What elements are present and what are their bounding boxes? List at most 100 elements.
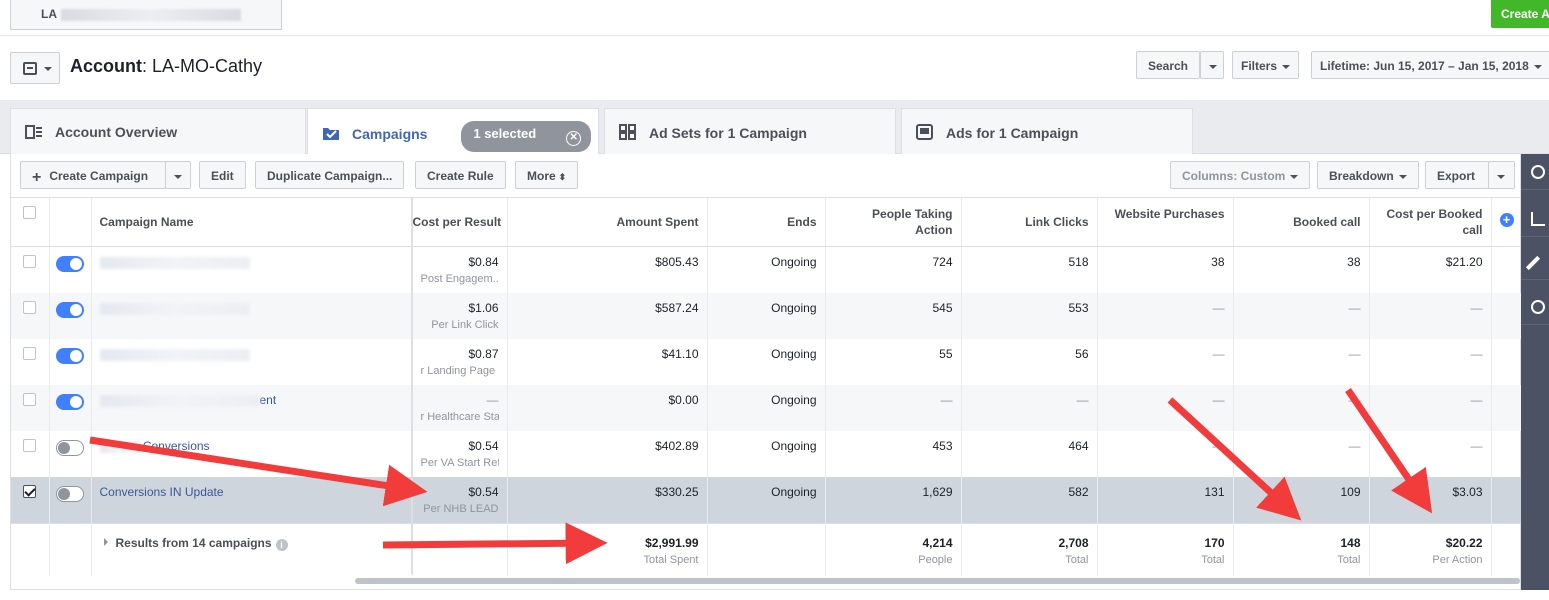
campaign-toggle[interactable] xyxy=(55,394,84,410)
grid-icon xyxy=(619,124,637,140)
select-all-checkbox[interactable] xyxy=(23,206,36,219)
add-column-icon[interactable]: + xyxy=(1499,213,1514,227)
campaigns-table: Campaign Name Cost per Result Amount Spe… xyxy=(11,198,1523,576)
export-dropdown[interactable] xyxy=(1488,161,1515,189)
table-row[interactable]: ent — r Healthcare Start $0.00 Ongoing — … xyxy=(11,385,1523,431)
pencil-icon xyxy=(1525,255,1541,271)
cost-booked-cell: $3.03 xyxy=(1369,477,1492,524)
overview-icon xyxy=(25,125,43,139)
sort-arrows-icon: ⬍ xyxy=(558,172,567,182)
summary-cost-booked: $20.22 Per Action xyxy=(1369,523,1492,576)
col-campaign-name[interactable]: Campaign Name xyxy=(91,198,413,247)
date-range-picker[interactable]: Lifetime: Jun 15, 2017 – Jan 15, 2018 xyxy=(1311,51,1549,79)
col-amount-spent[interactable]: Amount Spent xyxy=(507,198,708,247)
tab-ads[interactable]: Ads for 1 Campaign xyxy=(901,108,1193,154)
columns-button[interactable]: Columns: Custom xyxy=(1170,161,1311,189)
collapse-panel-button[interactable] xyxy=(1521,154,1549,190)
search-button[interactable]: Search xyxy=(1136,51,1200,79)
summary-clicks: 2,708 Total xyxy=(961,523,1098,576)
col-website-purchases[interactable]: Website Purchases xyxy=(1097,198,1234,247)
booked-cell: 38 xyxy=(1233,246,1370,293)
breakdown-button[interactable]: Breakdown xyxy=(1317,161,1419,189)
export-button[interactable]: Export xyxy=(1425,161,1489,189)
campaign-name-link[interactable]: Conversions xyxy=(91,431,413,477)
table-row[interactable]: $0.84 Post Engagem... $805.43 Ongoing 724… xyxy=(11,246,1523,293)
summary-label[interactable]: Results from 14 campaigns i xyxy=(91,523,413,576)
blurred-campaign-name xyxy=(99,394,260,407)
chevron-down-icon xyxy=(1533,64,1542,69)
purchases-cell: — xyxy=(1097,339,1234,385)
page-header: Account: LA-MO-Cathy Search Filters Life… xyxy=(0,36,1549,100)
search-dropdown[interactable] xyxy=(1200,51,1224,79)
row-checkbox[interactable] xyxy=(23,255,36,268)
selected-count-badge[interactable]: 1 selected ✕ xyxy=(461,121,592,152)
duplicate-campaign-button[interactable]: Duplicate Campaign... xyxy=(255,161,405,189)
add-column-cell[interactable]: + xyxy=(1491,198,1523,247)
chevron-down-icon xyxy=(1497,174,1505,179)
ends-cell: Ongoing xyxy=(707,385,826,431)
col-link-clicks[interactable]: Link Clicks xyxy=(961,198,1098,247)
table-row[interactable]: $1.06 Per Link Click $587.24 Ongoing 545 … xyxy=(11,293,1523,339)
table-row-selected[interactable]: Conversions IN Update $0.54 Per NHB LEAD … xyxy=(11,477,1523,524)
cost-per-result-cell: $0.84 Post Engagem... xyxy=(412,246,508,293)
create-rule-button[interactable]: Create Rule xyxy=(415,161,506,189)
edit-button[interactable]: Edit xyxy=(199,161,246,189)
edit-panel-button[interactable] xyxy=(1521,244,1549,280)
campaign-name-link[interactable] xyxy=(91,293,413,339)
row-checkbox[interactable] xyxy=(23,439,36,452)
table-row[interactable]: Conversions $0.54 Per VA Start Refi $402.… xyxy=(11,431,1523,477)
filters-button[interactable]: Filters xyxy=(1232,51,1300,79)
booked-cell: — xyxy=(1233,293,1370,339)
amount-spent-cell: $330.25 xyxy=(507,477,708,524)
account-switcher-tab[interactable]: LA xyxy=(10,0,282,30)
campaign-name-link[interactable]: ent xyxy=(91,385,413,431)
campaign-toggle[interactable] xyxy=(55,302,84,318)
amount-spent-cell: $587.24 xyxy=(507,293,708,339)
purchases-cell: — xyxy=(1097,293,1234,339)
col-cost-per-result[interactable]: Cost per Result xyxy=(412,198,508,247)
campaign-name-link[interactable]: Conversions IN Update xyxy=(91,477,413,524)
right-side-panel xyxy=(1521,154,1549,590)
chevron-down-icon xyxy=(44,67,52,71)
col-ends[interactable]: Ends xyxy=(707,198,826,247)
tab-bar: Account Overview Campaigns 1 selected ✕ A… xyxy=(0,100,1549,155)
people-cell: 453 xyxy=(825,431,962,477)
insights-button[interactable] xyxy=(1521,201,1549,237)
expand-triangle-icon[interactable] xyxy=(103,538,108,546)
col-cost-per-booked-call[interactable]: Cost per Booked call xyxy=(1369,198,1492,247)
campaign-toggle[interactable] xyxy=(55,486,84,502)
booked-cell: — xyxy=(1233,431,1370,477)
tab-account-overview[interactable]: Account Overview xyxy=(10,108,306,154)
row-checkbox[interactable] xyxy=(23,393,36,406)
purchases-cell: — xyxy=(1097,431,1234,477)
select-all-checkbox-cell[interactable] xyxy=(11,198,50,247)
row-checkbox-checked[interactable] xyxy=(23,485,36,498)
clock-icon xyxy=(1531,300,1545,314)
blurred-campaign-name xyxy=(99,440,140,453)
info-icon[interactable]: i xyxy=(275,539,288,551)
frozen-column-divider[interactable] xyxy=(411,198,413,574)
more-button[interactable]: More ⬍ xyxy=(515,161,579,189)
campaign-name-link[interactable] xyxy=(91,246,413,293)
account-menu-button[interactable] xyxy=(10,52,60,84)
campaign-toggle[interactable] xyxy=(55,440,84,456)
chevron-left-icon xyxy=(1531,165,1545,179)
people-cell: 1,629 xyxy=(825,477,962,524)
clear-selection-icon[interactable]: ✕ xyxy=(566,131,582,146)
row-checkbox[interactable] xyxy=(23,347,36,360)
create-campaign-button[interactable]: + Create Campaign xyxy=(20,161,166,189)
campaign-toggle[interactable] xyxy=(55,256,84,272)
tab-ad-sets[interactable]: Ad Sets for 1 Campaign xyxy=(604,108,896,154)
col-people-taking-action[interactable]: People Taking Action xyxy=(825,198,962,247)
horizontal-scrollbar[interactable] xyxy=(355,578,1520,584)
row-checkbox[interactable] xyxy=(23,301,36,314)
create-ad-button[interactable]: Create A xyxy=(1491,0,1549,28)
table-row[interactable]: $0.87r Landing Page ... $41.10 Ongoing 5… xyxy=(11,339,1523,385)
tab-campaigns[interactable]: Campaigns 1 selected ✕ xyxy=(307,108,599,155)
history-button[interactable] xyxy=(1521,289,1549,325)
col-booked-call[interactable]: Booked call xyxy=(1233,198,1370,247)
campaign-toggle[interactable] xyxy=(55,348,84,364)
create-campaign-dropdown[interactable] xyxy=(165,161,191,189)
blurred-campaign-name xyxy=(99,348,250,361)
campaign-name-link[interactable] xyxy=(91,339,413,385)
